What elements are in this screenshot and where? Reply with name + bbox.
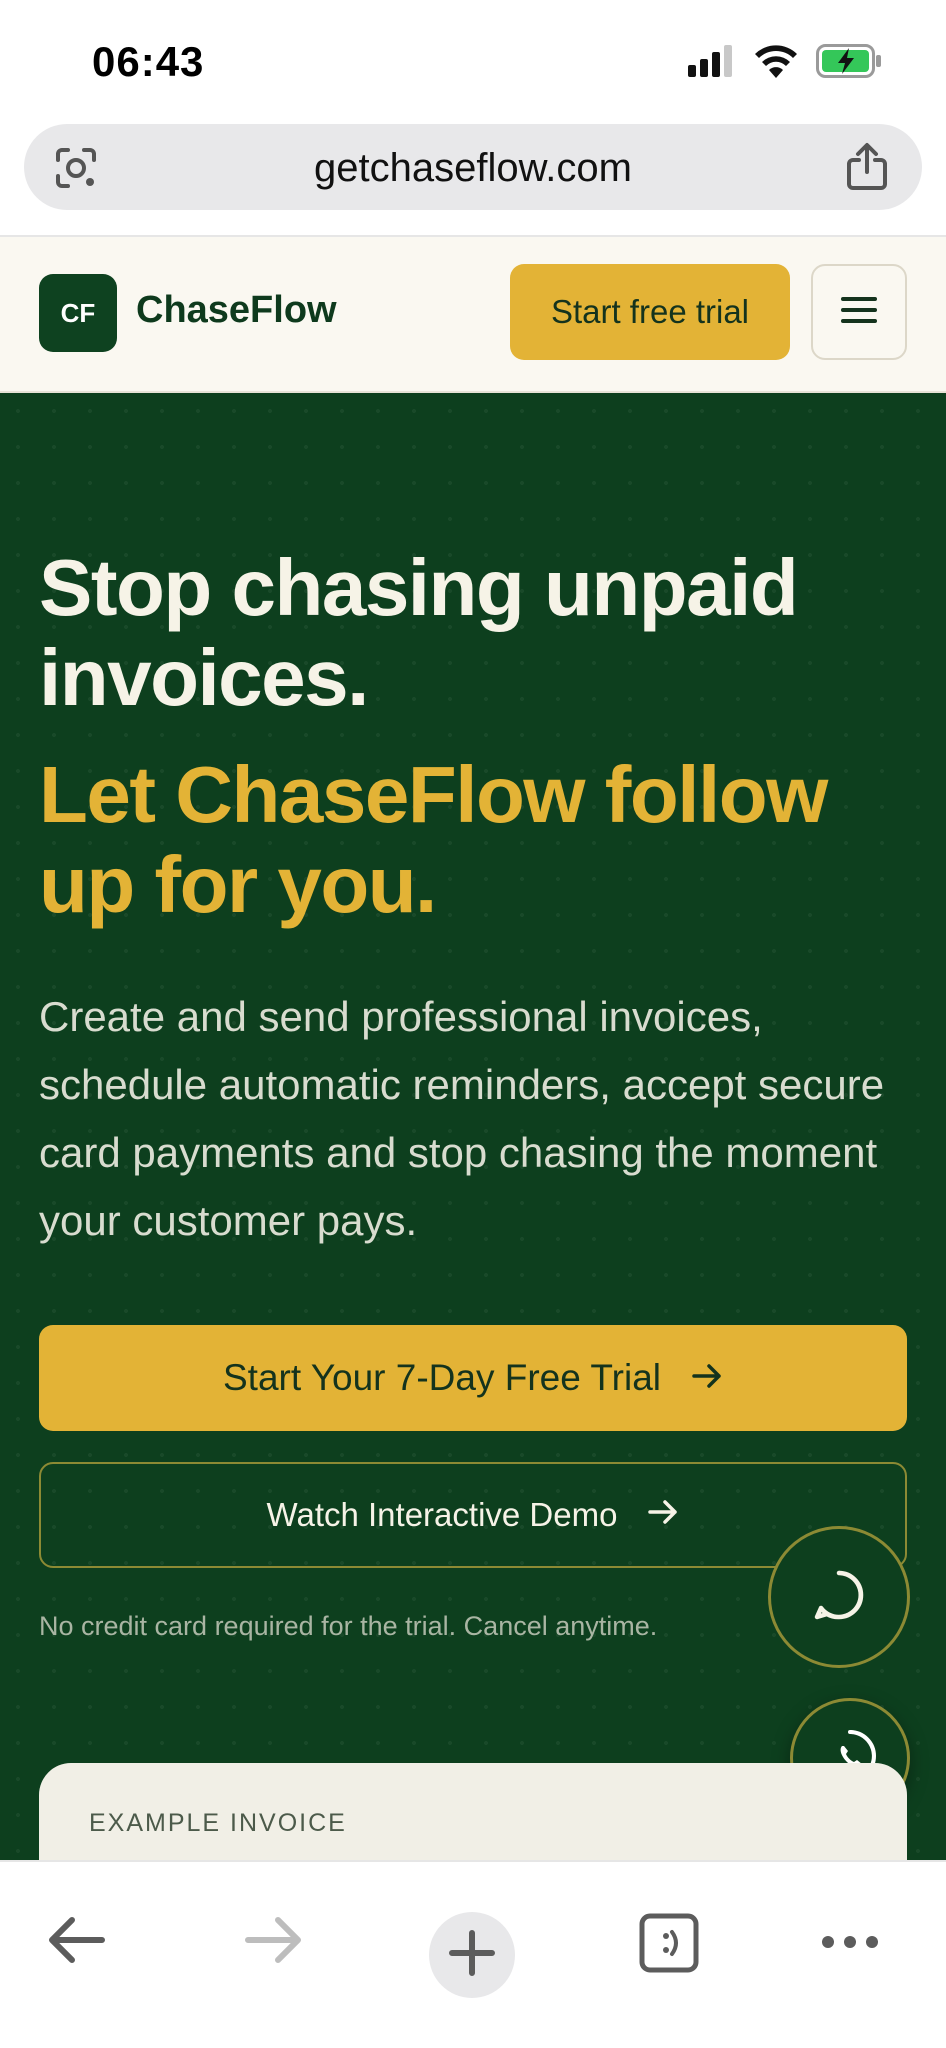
- back-arrow-icon[interactable]: [46, 1914, 106, 1971]
- hero-title: Stop chasing unpaid invoices.: [39, 543, 799, 722]
- new-tab-plus-icon: [448, 1929, 496, 1982]
- status-bar: 06:43: [0, 0, 946, 120]
- watch-demo-label: Watch Interactive Demo: [266, 1496, 618, 1533]
- chat-button[interactable]: [768, 1526, 910, 1668]
- start-trial-label: Start Your 7-Day Free Trial: [222, 1357, 662, 1398]
- hero-subtitle: Create and send professional invoices, s…: [39, 993, 885, 1244]
- trial-note: No credit card required for the trial. C…: [39, 1611, 658, 1641]
- share-icon[interactable]: [844, 142, 890, 192]
- hamburger-icon: [839, 295, 879, 330]
- arrow-right-icon: [647, 1496, 679, 1534]
- tabs-icon[interactable]: [638, 1912, 700, 1979]
- forward-arrow-icon[interactable]: [244, 1914, 304, 1971]
- new-tab-button[interactable]: [429, 1912, 515, 1998]
- hero-section: Stop chasing unpaid invoices. Let ChaseF…: [0, 393, 946, 1963]
- brand-name[interactable]: ChaseFlow: [136, 289, 337, 332]
- status-icons: [688, 44, 882, 83]
- site-header: CF ChaseFlow Start free trial: [0, 237, 946, 393]
- hero-title-highlight: Let ChaseFlow follow up for you.: [39, 750, 828, 929]
- browser-bottom-bar: [0, 1860, 946, 2048]
- status-time: 06:43: [92, 38, 205, 85]
- address-bar[interactable]: getchaseflow.com: [24, 124, 922, 210]
- battery-charging-icon: [816, 44, 882, 83]
- invoice-card-label: EXAMPLE INVOICE: [89, 1809, 347, 1837]
- url-text[interactable]: getchaseflow.com: [24, 146, 922, 191]
- logo-badge[interactable]: CF: [39, 274, 117, 352]
- start-trial-button[interactable]: Start Your 7-Day Free Trial: [39, 1325, 907, 1431]
- page: 06:43 getchaseflow.com CF ChaseFlow Star…: [0, 0, 946, 2048]
- more-dots-icon[interactable]: [820, 1932, 880, 1957]
- cellular-signal-icon: [688, 45, 736, 82]
- chat-bubble-icon: [811, 1567, 867, 1628]
- menu-button[interactable]: [811, 264, 907, 360]
- wifi-icon: [754, 44, 798, 83]
- arrow-right-icon: [691, 1357, 723, 1399]
- header-start-trial-button[interactable]: Start free trial: [510, 264, 790, 360]
- watch-demo-button[interactable]: Watch Interactive Demo: [39, 1462, 907, 1568]
